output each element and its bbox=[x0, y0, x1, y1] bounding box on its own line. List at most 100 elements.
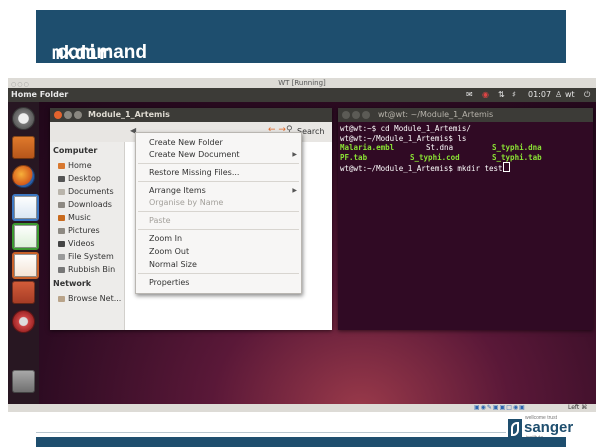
maximize-icon[interactable] bbox=[362, 111, 370, 119]
sanger-logo-mark bbox=[508, 419, 522, 439]
terminal-prompt-line[interactable]: wt@wt:~/Module_1_Artemis$ mkdir test bbox=[340, 162, 590, 174]
sidebar-item-pictures[interactable]: Pictures bbox=[58, 225, 100, 236]
menu-item-zoom-in[interactable]: Zoom In bbox=[149, 233, 182, 244]
vm-titlebar: ○○○ WT [Running] bbox=[8, 78, 596, 88]
vm-window-title: WT [Running] bbox=[278, 79, 326, 87]
maximize-icon[interactable] bbox=[74, 111, 82, 119]
terminal-title: wt@wt: ~/Module_1_Artemis bbox=[378, 110, 494, 119]
volume-icon[interactable]: ♯ bbox=[512, 88, 516, 102]
file-manager-titlebar: Module_1_Artemis bbox=[50, 108, 332, 122]
close-icon[interactable] bbox=[54, 111, 62, 119]
vm-window: ○○○ WT [Running] Home Folder ✉ ◉ ⇅ ♯ 01:… bbox=[8, 78, 596, 412]
sidebar-item-browse-network[interactable]: Browse Net... bbox=[58, 293, 121, 304]
terminal-window[interactable]: wt@wt: ~/Module_1_Artemis wt@wt:~$ cd Mo… bbox=[338, 108, 593, 330]
documents-icon bbox=[58, 188, 65, 195]
menu-item-zoom-out[interactable]: Zoom Out bbox=[149, 246, 189, 257]
sidebar-item-label: Rubbish Bin bbox=[68, 265, 116, 274]
sidebar-item-label: Videos bbox=[68, 239, 95, 248]
ls-entry: PF.tab bbox=[340, 152, 368, 162]
sidebar-item-music[interactable]: Music bbox=[58, 212, 91, 223]
menu-item-create-folder[interactable]: Create New Folder bbox=[149, 137, 223, 148]
writer-icon[interactable] bbox=[12, 194, 39, 221]
ls-entry: Malaria.embl bbox=[340, 143, 395, 152]
menu-item-organise-by-name: Organise by Name bbox=[149, 198, 224, 207]
menu-item-restore-missing[interactable]: Restore Missing Files... bbox=[149, 167, 239, 178]
footer-divider bbox=[36, 432, 506, 433]
ls-entry: S_typhi.cod bbox=[410, 152, 460, 162]
terminal-cursor bbox=[502, 162, 510, 172]
active-app-title: Home Folder bbox=[11, 90, 69, 99]
menu-item-arrange-items[interactable]: Arrange Items bbox=[149, 185, 206, 196]
host-key-label: Left ⌘ bbox=[568, 404, 588, 411]
footer-bar bbox=[36, 437, 566, 447]
submenu-arrow-icon: ▶ bbox=[292, 187, 297, 194]
file-manager-title: Module_1_Artemis bbox=[88, 110, 170, 119]
terminal-ls-row: PF.tab S_typhi.cod S_typhi.tab bbox=[340, 153, 590, 163]
minimize-icon[interactable] bbox=[64, 111, 72, 119]
power-icon[interactable]: ⏻ bbox=[584, 88, 590, 102]
sidebar-item-downloads[interactable]: Downloads bbox=[58, 199, 112, 210]
slide-title-suffix: command bbox=[52, 42, 148, 63]
files-icon[interactable] bbox=[12, 136, 35, 159]
sidebar-item-label: Desktop bbox=[68, 174, 101, 183]
submenu-arrow-icon: ▶ bbox=[292, 151, 297, 158]
menu-item-normal-size[interactable]: Normal Size bbox=[149, 259, 197, 270]
indicator-icon[interactable]: ◉ bbox=[482, 88, 489, 102]
downloads-icon bbox=[58, 201, 65, 208]
menu-item-properties[interactable]: Properties bbox=[149, 277, 189, 288]
videos-icon bbox=[58, 240, 65, 247]
logo-brand: sanger bbox=[524, 419, 574, 436]
calc-icon[interactable] bbox=[12, 223, 39, 250]
firefox-icon[interactable] bbox=[12, 165, 35, 188]
menu-item-paste: Paste bbox=[149, 216, 171, 225]
vm-statusbar: ▣◉✎▣▣□◉▣ Left ⌘ bbox=[8, 404, 596, 412]
sidebar-item-label: Home bbox=[68, 161, 92, 170]
vm-device-icons[interactable]: ▣◉✎▣▣□◉▣ bbox=[474, 404, 526, 412]
menu-separator bbox=[138, 229, 299, 230]
sidebar-item-file-system[interactable]: File System bbox=[58, 251, 114, 262]
menu-item-create-document[interactable]: Create New Document bbox=[149, 149, 240, 160]
slide-title-bar: mkdir command bbox=[36, 10, 566, 64]
terminal-titlebar: wt@wt: ~/Module_1_Artemis bbox=[338, 108, 593, 122]
home-folder-icon bbox=[58, 162, 65, 169]
sidebar-item-label: File System bbox=[68, 252, 114, 261]
trash-icon[interactable] bbox=[12, 370, 35, 393]
unity-launcher bbox=[8, 102, 39, 404]
network-folder-icon bbox=[58, 295, 65, 302]
sidebar-item-desktop[interactable]: Desktop bbox=[58, 173, 101, 184]
menu-separator bbox=[138, 273, 299, 274]
settings-icon[interactable] bbox=[12, 310, 35, 333]
ls-entry: S_typhi.tab bbox=[492, 152, 542, 162]
menu-separator bbox=[138, 163, 299, 164]
minimize-icon[interactable] bbox=[352, 111, 360, 119]
sidebar-item-documents[interactable]: Documents bbox=[58, 186, 114, 197]
software-center-icon[interactable] bbox=[12, 281, 35, 304]
terminal-line: wt@wt:~$ cd Module_1_Artemis/ bbox=[340, 124, 471, 133]
menu-separator bbox=[138, 181, 299, 182]
file-manager-sidebar: Computer Home Desktop Documents Download… bbox=[50, 142, 125, 330]
ls-entry: S_typhi.dna bbox=[492, 143, 542, 152]
mail-icon[interactable]: ✉ bbox=[466, 88, 473, 102]
sidebar-item-label: Pictures bbox=[68, 226, 100, 235]
terminal-ls-row: Malaria.embl St.dna S_typhi.dna bbox=[340, 143, 590, 153]
ubuntu-top-panel: Home Folder ✉ ◉ ⇅ ♯ 01:07 ♙ wt ⏻ bbox=[8, 88, 596, 102]
sidebar-item-label: Browse Net... bbox=[68, 294, 122, 303]
impress-icon[interactable] bbox=[12, 252, 39, 279]
sidebar-item-rubbish-bin[interactable]: Rubbish Bin bbox=[58, 264, 115, 275]
ls-entry: St.dna bbox=[426, 143, 454, 152]
close-icon[interactable] bbox=[342, 111, 350, 119]
dash-home-icon[interactable] bbox=[12, 107, 35, 130]
user-name[interactable]: wt bbox=[565, 88, 575, 102]
drive-icon bbox=[58, 253, 65, 260]
sidebar-heading-network: Network bbox=[53, 279, 92, 288]
user-icon[interactable]: ♙ bbox=[555, 88, 562, 102]
network-icon[interactable]: ⇅ bbox=[498, 88, 505, 102]
terminal-output: wt@wt:~$ cd Module_1_Artemis/wt@wt:~/Mod… bbox=[340, 124, 590, 174]
music-icon bbox=[58, 214, 65, 221]
sidebar-item-home[interactable]: Home bbox=[58, 160, 92, 171]
terminal-line: wt@wt:~/Module_1_Artemis$ mkdir test bbox=[340, 164, 503, 173]
sidebar-item-videos[interactable]: Videos bbox=[58, 238, 95, 249]
clock[interactable]: 01:07 bbox=[528, 88, 551, 102]
desktop-icon bbox=[58, 175, 65, 182]
sidebar-item-label: Documents bbox=[68, 187, 114, 196]
